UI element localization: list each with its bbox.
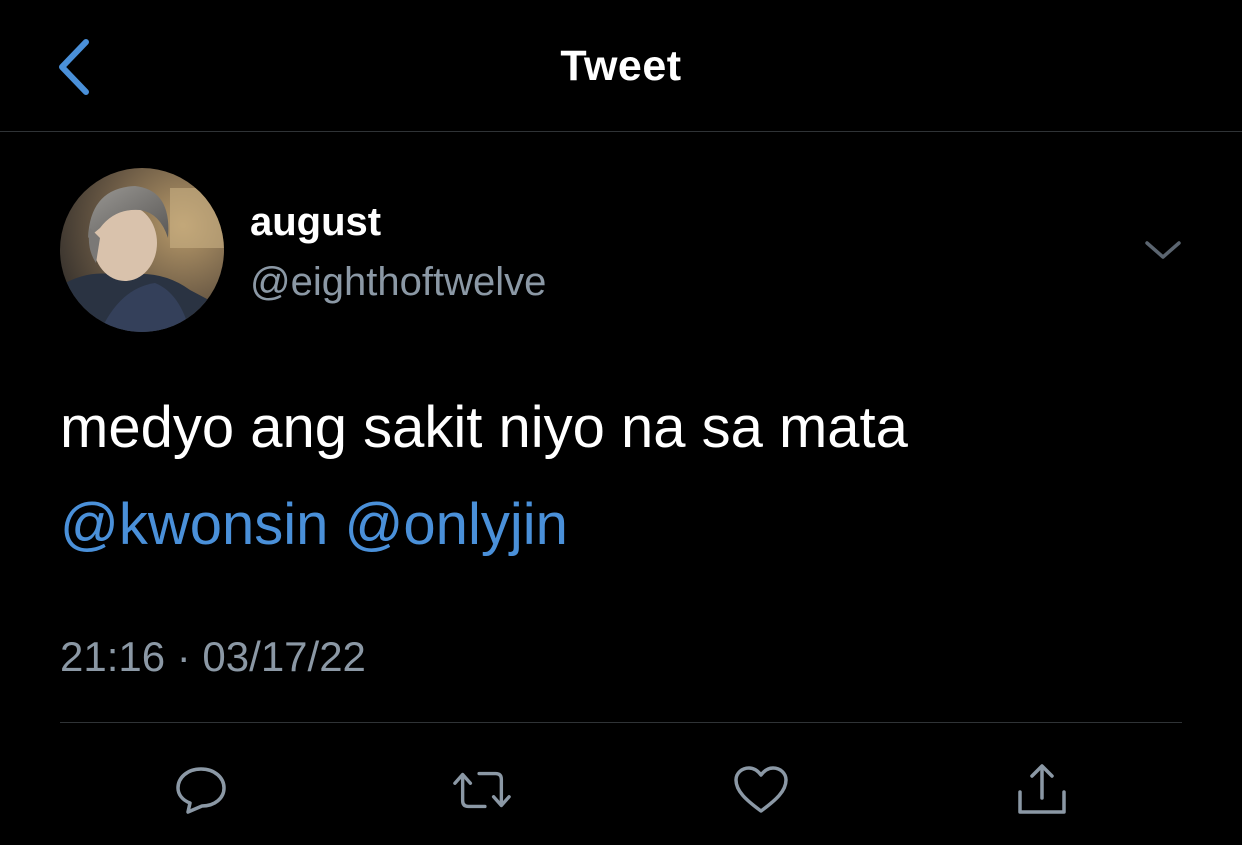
reply-icon [176, 767, 226, 814]
page-title: Tweet [560, 42, 682, 90]
chevron-down-icon [1145, 241, 1181, 259]
tweet-mentions: @kwonsin @onlyjin [60, 490, 568, 560]
tweet-timestamp: 21:16 · 03/17/22 [60, 633, 366, 680]
divider [60, 722, 1182, 723]
like-icon [734, 766, 788, 813]
mention-link[interactable]: @kwonsin [60, 492, 328, 557]
retweet-button[interactable] [452, 760, 512, 820]
share-button[interactable] [1012, 760, 1072, 820]
retweet-icon [453, 771, 511, 809]
share-icon [1018, 764, 1066, 814]
reply-button[interactable] [171, 760, 231, 820]
top-navigation-bar: Tweet [0, 0, 1242, 132]
author-display-name[interactable]: august [250, 200, 381, 245]
author-handle[interactable]: @eighthoftwelve [250, 260, 546, 305]
avatar[interactable] [60, 168, 224, 332]
more-options-button[interactable] [1140, 230, 1186, 270]
profile-photo [60, 168, 224, 332]
tweet-text: medyo ang sakit niyo na sa mata [60, 395, 908, 460]
mention-link[interactable]: @onlyjin [345, 492, 568, 557]
like-button[interactable] [731, 760, 791, 820]
